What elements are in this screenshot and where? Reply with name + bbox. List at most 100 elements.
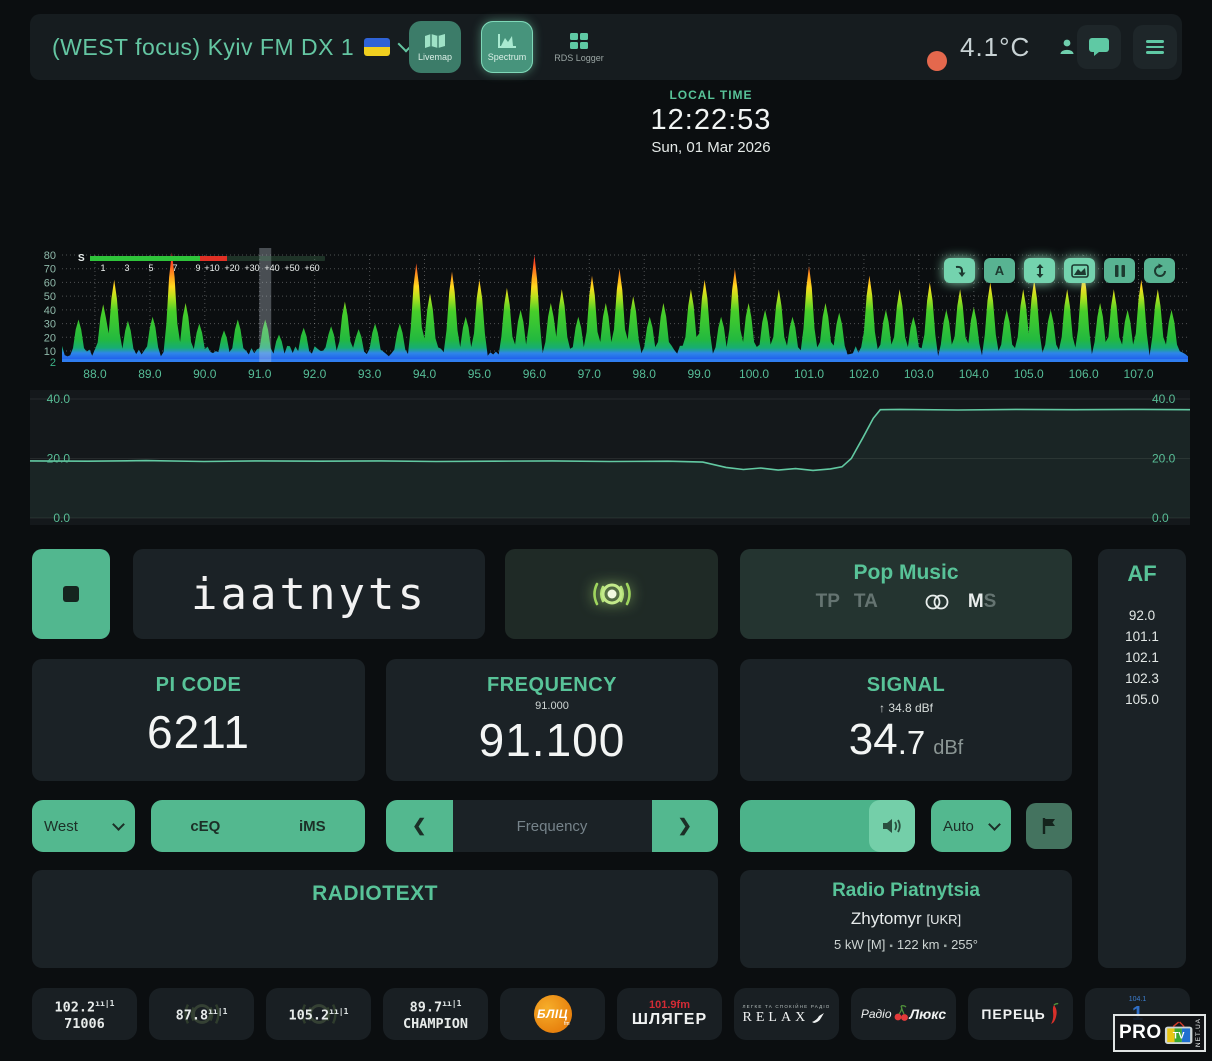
chevron-down-icon (988, 818, 1001, 831)
spectrum-analyzer: 2102030405060708088.089.090.091.092.093.… (30, 248, 1190, 388)
local-time-block: LOCAL TIME 12:22:53 Sun, 01 Mar 2026 (651, 88, 772, 156)
svg-text:2: 2 (50, 357, 56, 369)
pi-code-panel: PI CODE 6211 (32, 659, 365, 781)
speaker-icon (882, 817, 902, 835)
tv-icon: TV (1164, 1020, 1193, 1046)
svg-text:97.0: 97.0 (578, 367, 602, 381)
preset-button-3[interactable]: 105.2ıı|1 (266, 988, 371, 1040)
s-meter-tick: 9 (195, 263, 200, 273)
svg-text:88.0: 88.0 (83, 367, 107, 381)
ims-button[interactable]: iMS (299, 818, 326, 835)
s-meter-tick: 7 (172, 263, 177, 273)
chat-button[interactable] (1077, 25, 1121, 69)
flag-icon (1040, 817, 1058, 835)
frequency-input[interactable] (453, 800, 652, 852)
s-meter: S 13579+10+20+30+40+50+60 (78, 253, 338, 279)
frequency-value: 91.100 (386, 713, 718, 767)
ceq-button[interactable]: cEQ (190, 818, 220, 835)
s-meter-tick: +20 (224, 263, 239, 273)
stereo-broadcast-icon (580, 574, 644, 614)
svg-text:102.0: 102.0 (849, 367, 879, 381)
server-title: (WEST focus) Kyiv FM DX 1 (52, 34, 354, 61)
preset-button-perets[interactable]: ПЕРЕЦЬ (968, 988, 1073, 1040)
antenna-indicator: ıı|1 (208, 1007, 227, 1016)
pty-panel: Pop Music TP TA MS (740, 549, 1072, 639)
svg-text:95.0: 95.0 (468, 367, 492, 381)
antenna-select[interactable]: West (32, 800, 135, 852)
antenna-indicator: ıı|1 (329, 1007, 348, 1016)
protv-pro-text: PRO (1119, 1022, 1162, 1044)
menu-button[interactable] (1133, 25, 1177, 69)
svg-text:106.0: 106.0 (1069, 367, 1099, 381)
af-item[interactable]: 105.0 (1098, 689, 1186, 710)
preset-button-relax[interactable]: ЛЕГКЕ ТА СПОКІЙНЕ РАДІО RELAX (734, 988, 839, 1040)
spectrum-graph-style-button[interactable] (1064, 258, 1095, 283)
svg-text:0.0: 0.0 (53, 511, 70, 525)
signal-value: 34.7dBf (740, 715, 1072, 765)
svg-text:107.0: 107.0 (1124, 367, 1154, 381)
preset-button-blits[interactable]: БЛІЦ fm (500, 988, 605, 1040)
preset-button-1[interactable]: 102.2ıı|1 71006 (32, 988, 137, 1040)
spectrum-refresh-button[interactable] (1144, 258, 1175, 283)
preset-button-4[interactable]: 89.7ıı|1 CHAMPION (383, 988, 488, 1040)
nav-livemap-button[interactable]: Livemap (409, 21, 461, 73)
svg-text:92.0: 92.0 (303, 367, 327, 381)
af-item[interactable]: 102.3 (1098, 668, 1186, 689)
antenna-indicator: ıı|1 (95, 999, 114, 1008)
af-item[interactable]: 92.0 (1098, 605, 1186, 626)
af-panel: AF 92.0 101.1 102.1 102.3 105.0 (1098, 549, 1186, 968)
ps-name: iaatnyts (191, 569, 427, 620)
local-time-value: 12:22:53 (651, 104, 772, 137)
station-power: 5 kW [M] (834, 937, 885, 952)
shlyager-logo: 101.9fm ШЛЯГЕР (632, 1000, 707, 1028)
local-date: Sun, 01 Mar 2026 (651, 139, 772, 156)
volume-slider[interactable] (740, 800, 915, 852)
user-icon (1058, 38, 1078, 56)
letter-a-icon: A (995, 263, 1004, 278)
nav-rds-logger-button[interactable]: RDS Logger (553, 21, 605, 73)
spectrum-toolbar: A (944, 258, 1175, 283)
bird-icon (811, 1012, 825, 1024)
s-meter-tick: +50 (284, 263, 299, 273)
server-selector[interactable]: (WEST focus) Kyiv FM DX 1 (52, 14, 412, 80)
spectrum-fit-vertical-button[interactable] (1024, 258, 1055, 283)
stereo-indicator-panel[interactable] (505, 549, 718, 639)
svg-text:20.0: 20.0 (47, 452, 71, 466)
volume-knob[interactable] (869, 800, 915, 852)
frequency-panel: FREQUENCY 91.000 91.100 (386, 659, 718, 781)
preset-button-radio-lux[interactable]: Радіо Люкс (851, 988, 956, 1040)
table-grid-icon (569, 32, 589, 50)
spectrum-pause-button[interactable] (1104, 258, 1135, 283)
cherries-icon (893, 1005, 909, 1023)
report-flag-button[interactable] (1026, 803, 1072, 849)
svg-text:40: 40 (44, 305, 56, 317)
tune-down-button[interactable]: ❮ (386, 800, 453, 852)
tune-up-button[interactable]: ❯ (652, 800, 719, 852)
station-details: 5 kW [M]▪122 km▪255° (740, 937, 1072, 952)
svg-text:20.0: 20.0 (1152, 452, 1176, 466)
scan-mode-select[interactable]: Auto (931, 800, 1011, 852)
station-name[interactable]: Radio Piatnytsia (740, 880, 1072, 902)
spectrum-autoscale-button[interactable]: A (984, 258, 1015, 283)
af-item[interactable]: 102.1 (1098, 647, 1186, 668)
af-item[interactable]: 101.1 (1098, 626, 1186, 647)
spectrum-peak-hold-button[interactable] (944, 258, 975, 283)
stop-icon (63, 586, 79, 602)
s-meter-tick: +60 (304, 263, 319, 273)
svg-text:94.0: 94.0 (413, 367, 437, 381)
pty-label: Pop Music (740, 561, 1072, 585)
ps-name-panel: iaatnyts (133, 549, 485, 639)
local-time-label: LOCAL TIME (651, 88, 772, 102)
svg-text:96.0: 96.0 (523, 367, 547, 381)
audio-stop-button[interactable] (32, 549, 110, 639)
stereo-circles-icon (920, 592, 954, 612)
preset-button-shlyager[interactable]: 101.9fm ШЛЯГЕР (617, 988, 722, 1040)
preset-button-2[interactable]: 87.8ıı|1 (149, 988, 254, 1040)
antenna-select-value: West (44, 818, 78, 835)
svg-text:80: 80 (44, 250, 56, 262)
s-meter-tick: +40 (264, 263, 279, 273)
nav-spectrum-button[interactable]: Spectrum (481, 21, 533, 73)
radio-lux-logo: Радіо Люкс (861, 1005, 946, 1023)
chevron-down-icon (112, 818, 125, 831)
svg-text:0.0: 0.0 (1152, 511, 1169, 525)
